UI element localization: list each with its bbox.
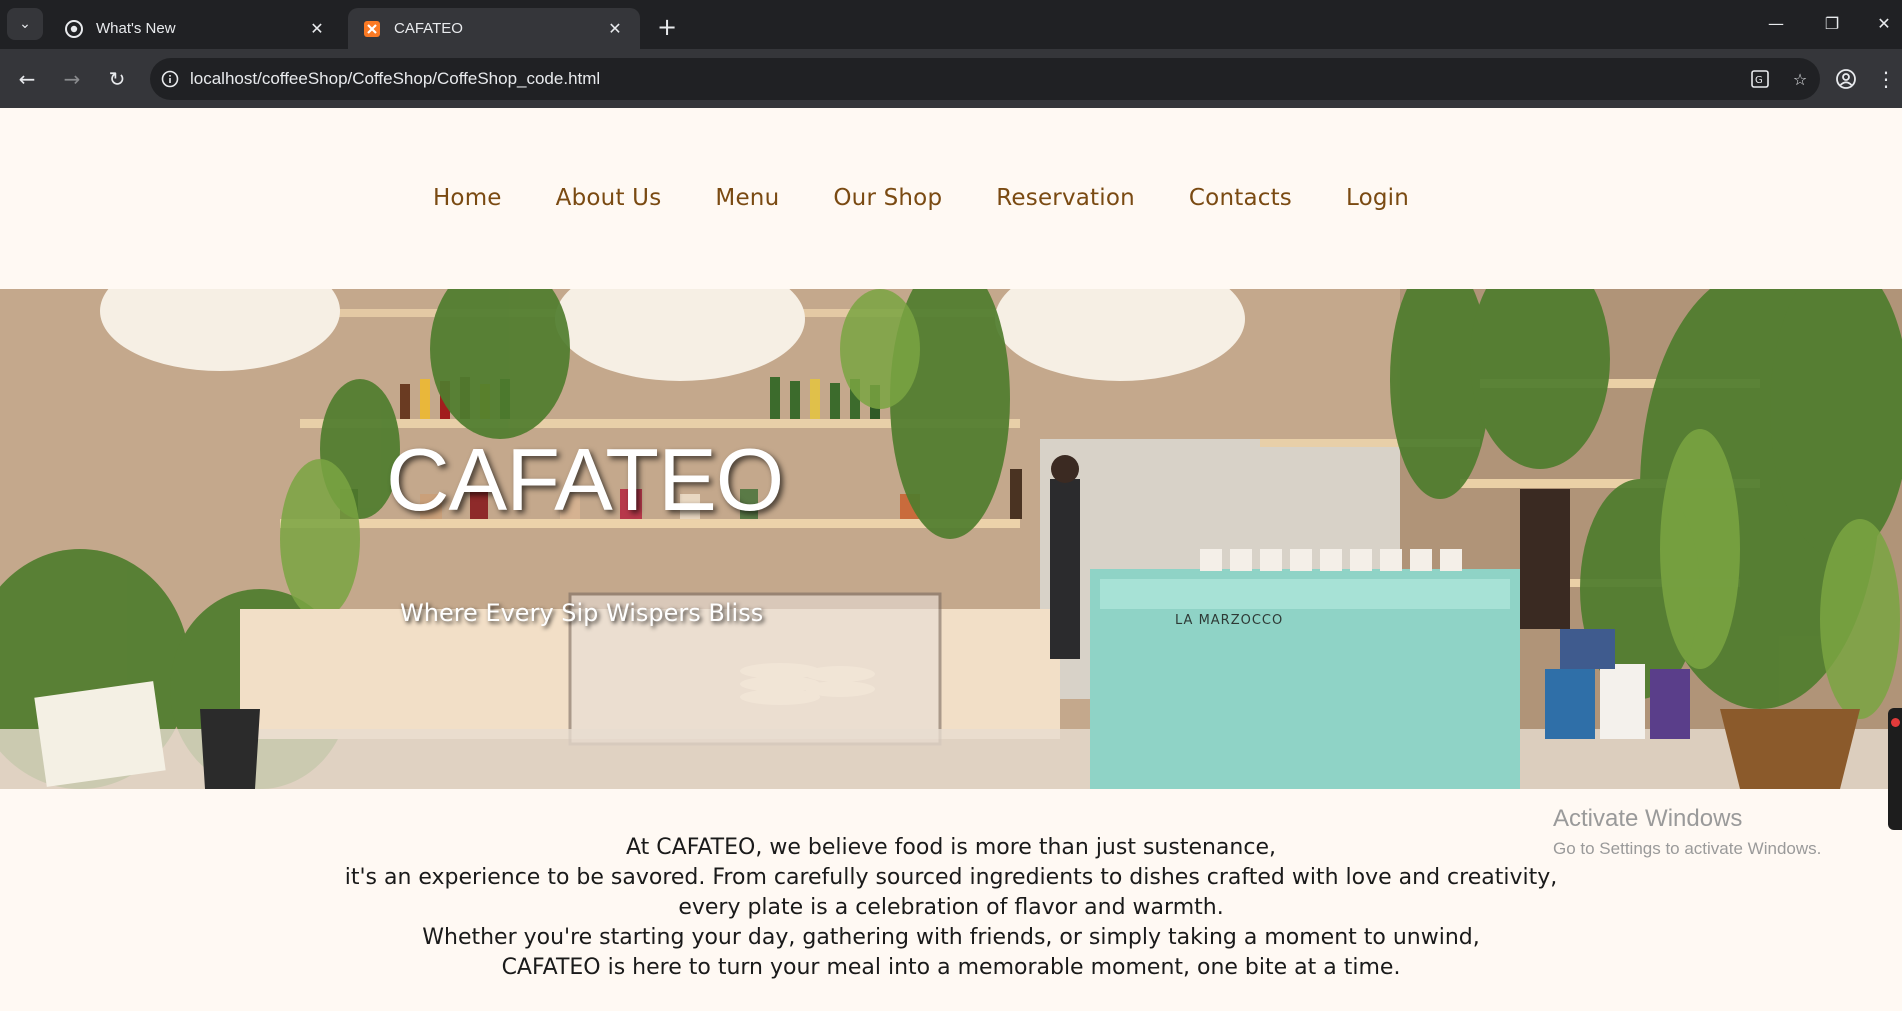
close-window-button[interactable]: ✕: [1866, 8, 1902, 38]
close-icon[interactable]: ✕: [604, 18, 626, 40]
url-text[interactable]: localhost/coffeeShop/CoffeShop/CoffeShop…: [190, 69, 1740, 89]
intro-line: it's an experience to be savored. From c…: [344, 865, 1558, 890]
address-bar[interactable]: localhost/coffeeShop/CoffeShop/CoffeShop…: [150, 58, 1820, 100]
xampp-icon: [362, 19, 382, 39]
kebab-menu-icon: ⋮: [1876, 67, 1896, 91]
minimize-icon: —: [1768, 13, 1784, 33]
record-dot-icon: [1891, 718, 1900, 727]
nav-list: Home About Us Menu Our Shop Reservation …: [406, 185, 1436, 211]
intro-line: CAFATEO is here to turn your meal into a…: [501, 955, 1401, 980]
nav-menu[interactable]: Menu: [688, 185, 806, 211]
profile-icon: [1836, 69, 1856, 89]
forward-button[interactable]: →: [55, 62, 89, 96]
menu-button[interactable]: ⋮: [1872, 62, 1900, 96]
bookmark-star-icon[interactable]: ☆: [1780, 70, 1820, 89]
nav-our-shop[interactable]: Our Shop: [806, 185, 969, 211]
nav-contacts[interactable]: Contacts: [1162, 185, 1319, 211]
profile-button[interactable]: [1829, 62, 1863, 96]
close-icon[interactable]: ✕: [306, 18, 328, 40]
nav-login[interactable]: Login: [1319, 185, 1436, 211]
tab-title: CAFATEO: [394, 20, 463, 37]
reload-icon: ↻: [108, 67, 126, 91]
nav-reservation[interactable]: Reservation: [969, 185, 1162, 211]
close-icon: ✕: [1877, 13, 1891, 33]
activate-title: Activate Windows: [1553, 805, 1743, 832]
info-icon[interactable]: [150, 70, 190, 88]
activate-subtitle: Go to Settings to activate Windows.: [1553, 839, 1822, 858]
restore-button[interactable]: ❐: [1814, 8, 1850, 38]
tab-cafateo[interactable]: CAFATEO ✕: [348, 8, 640, 49]
intro-line: Whether you're starting your day, gather…: [422, 925, 1480, 950]
svg-text:G: G: [1755, 75, 1763, 86]
browser-toolbar: ← → ↻ localhost/coffeeShop/CoffeShop/Cof…: [0, 49, 1902, 108]
tab-whats-new[interactable]: What's New ✕: [50, 8, 342, 49]
nav-home[interactable]: Home: [406, 185, 529, 211]
reload-button[interactable]: ↻: [100, 62, 134, 96]
intro-line: every plate is a celebration of flavor a…: [678, 895, 1224, 920]
tab-title: What's New: [96, 20, 176, 37]
activate-windows-watermark: Activate Windows Go to Settings to activ…: [1553, 805, 1821, 859]
minimize-button[interactable]: —: [1758, 8, 1794, 38]
restore-icon: ❐: [1824, 13, 1840, 33]
translate-icon[interactable]: G: [1740, 69, 1780, 89]
chevron-down-icon: ⌄: [19, 16, 31, 32]
site-navigation: Home About Us Menu Our Shop Reservation …: [0, 108, 1902, 288]
plus-icon: +: [656, 13, 678, 41]
nav-about-us[interactable]: About Us: [529, 185, 689, 211]
arrow-left-icon: ←: [18, 67, 36, 91]
hero-subtitle: Where Every Sip Wispers Bliss: [400, 599, 764, 627]
back-button[interactable]: ←: [10, 62, 44, 96]
webpage: Home About Us Menu Our Shop Reservation …: [0, 108, 1902, 1011]
new-tab-button[interactable]: +: [652, 12, 682, 42]
screencast-side-tab[interactable]: [1888, 708, 1902, 830]
machine-brand-label: LA MARZOCCO: [1175, 613, 1283, 628]
cafe-interior-photo: LA MARZOCCO: [0, 289, 1902, 789]
browser-titlebar: ⌄ What's New ✕ CAFATEO ✕ + — ❐ ✕: [0, 0, 1902, 49]
arrow-right-icon: →: [63, 67, 81, 91]
tab-search-button[interactable]: ⌄: [7, 8, 43, 40]
hero-banner: LA MARZOCCO CAFATEO Where Every Sip Wisp…: [0, 289, 1902, 789]
hero-title: CAFATEO: [386, 430, 784, 529]
chrome-icon: [64, 19, 84, 39]
